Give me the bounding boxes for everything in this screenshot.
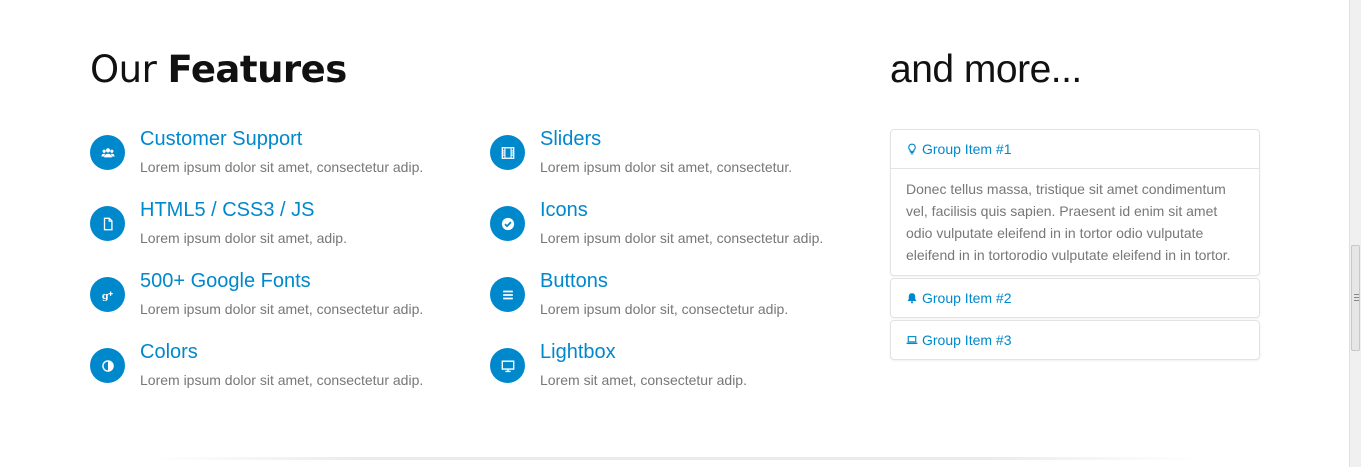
accordion-label: Group Item #2 [922, 290, 1012, 306]
feature-colors: Colors Lorem ipsum dolor sit amet, conse… [90, 341, 470, 404]
users-icon [90, 135, 125, 170]
feature-title[interactable]: Buttons [540, 270, 608, 293]
section-divider [150, 457, 1200, 460]
feature-description: Lorem ipsum dolor sit amet, consectetur … [140, 301, 424, 317]
features-heading-bold: Features [167, 48, 348, 91]
accordion-header-3[interactable]: Group Item #3 [891, 321, 1259, 359]
feature-title[interactable]: Sliders [540, 128, 601, 151]
accordion-label: Group Item #3 [922, 332, 1012, 348]
feature-title[interactable]: Customer Support [140, 128, 302, 151]
feature-title[interactable]: Colors [140, 341, 198, 364]
lightbulb-icon [908, 143, 916, 155]
feature-description: Lorem ipsum dolor sit, consectetur adip. [540, 301, 789, 317]
feature-icons: Icons Lorem ipsum dolor sit amet, consec… [490, 199, 870, 262]
adjust-icon [90, 348, 125, 383]
feature-lightbox: Lightbox Lorem sit amet, consectetur adi… [490, 341, 870, 404]
svg-text:g: g [101, 290, 108, 301]
feature-google-fonts: g 500+ Google Fonts Lorem ipsum dolor si… [90, 270, 470, 333]
more-heading: and more... [890, 48, 1082, 91]
feature-description: Lorem ipsum dolor sit amet, consectetur. [540, 159, 793, 175]
features-heading: Our Features [90, 48, 347, 91]
feature-description: Lorem sit amet, consectetur adip. [540, 372, 747, 388]
feature-buttons: Buttons Lorem ipsum dolor sit, consectet… [490, 270, 870, 333]
feature-sliders: Sliders Lorem ipsum dolor sit amet, cons… [490, 128, 870, 191]
feature-description: Lorem ipsum dolor sit amet, consectetur … [140, 372, 424, 388]
feature-customer-support: Customer Support Lorem ipsum dolor sit a… [90, 128, 470, 191]
bars-icon [490, 277, 525, 312]
bell-icon [907, 293, 917, 304]
feature-title[interactable]: Icons [540, 199, 588, 222]
feature-description: Lorem ipsum dolor sit amet, adip. [140, 230, 347, 246]
feature-title[interactable]: HTML5 / CSS3 / JS [140, 199, 315, 222]
feature-html5: HTML5 / CSS3 / JS Lorem ipsum dolor sit … [90, 199, 470, 262]
file-icon [90, 206, 125, 241]
check-icon [490, 206, 525, 241]
scrollbar-thumb[interactable] [1351, 245, 1360, 351]
google-plus-icon: g [90, 277, 125, 312]
feature-description: Lorem ipsum dolor sit amet, consectetur … [140, 159, 424, 175]
accordion-label: Group Item #1 [922, 141, 1012, 157]
laptop-icon [906, 336, 918, 345]
accordion-panel-3: Group Item #3 [890, 320, 1260, 360]
vertical-scrollbar[interactable] [1349, 0, 1361, 467]
accordion-header-2[interactable]: Group Item #2 [891, 279, 1259, 317]
accordion-panel-2: Group Item #2 [890, 278, 1260, 318]
accordion-header-1[interactable]: Group Item #1 [891, 130, 1259, 168]
feature-description: Lorem ipsum dolor sit amet, consectetur … [540, 230, 824, 246]
accordion-panel-1: Group Item #1 Donec tellus massa, tristi… [890, 129, 1260, 276]
features-heading-light: Our [90, 48, 168, 91]
feature-title[interactable]: 500+ Google Fonts [140, 270, 311, 293]
film-icon [490, 135, 525, 170]
desktop-icon [490, 348, 525, 383]
feature-title[interactable]: Lightbox [540, 341, 616, 364]
accordion-body-1: Donec tellus massa, tristique sit amet c… [891, 168, 1259, 275]
